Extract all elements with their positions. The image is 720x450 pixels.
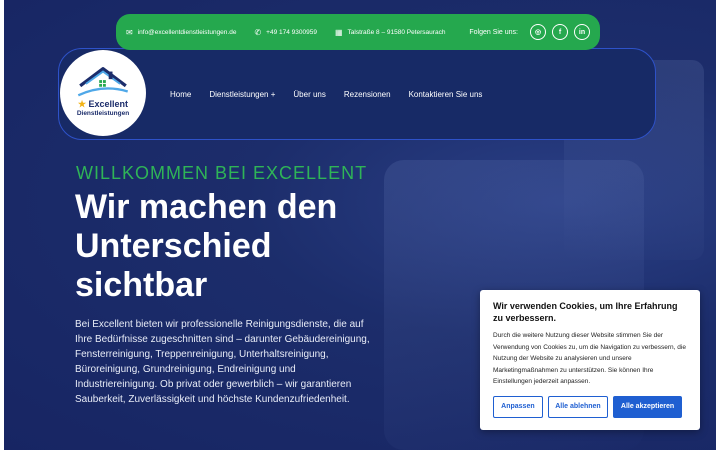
logo-name-text: Excellent xyxy=(88,99,129,109)
cookie-customize-button[interactable]: Anpassen xyxy=(493,395,543,418)
house-logo-icon xyxy=(77,67,129,97)
site-logo[interactable]: ★ Excellent Dienstleistungen xyxy=(60,50,146,136)
nav-services[interactable]: Dienstleistungen + xyxy=(209,90,275,99)
nav-contact[interactable]: Kontaktieren Sie uns xyxy=(409,90,483,99)
contact-address: ▦ Talstraße 8 – 91580 Petersaurach xyxy=(335,28,445,37)
hero-intro: Bei Excellent bieten wir professionelle … xyxy=(75,319,370,405)
hero-tagline: WILLKOMMEN BEI EXCELLENT xyxy=(76,163,368,183)
instagram-icon[interactable]: ◎ xyxy=(530,24,546,40)
phone-icon: ✆ xyxy=(254,27,262,37)
building-icon: ▦ xyxy=(334,27,343,37)
top-contact-bar: ✉ info@excellentdienstleistungen.de ✆ +4… xyxy=(116,14,600,50)
cookie-consent-banner: Wir verwenden Cookies, um Ihre Erfahrung… xyxy=(480,290,700,430)
cookie-buttons: Anpassen Alle ablehnen Alle akzeptieren xyxy=(493,395,687,418)
address-text: Talstraße 8 – 91580 Petersaurach xyxy=(347,28,446,36)
contact-phone[interactable]: ✆ +49 174 9300959 xyxy=(254,28,317,37)
nav-about[interactable]: Über uns xyxy=(293,90,325,99)
logo-subname: Dienstleistungen xyxy=(76,110,130,117)
hero-headline: Wir machen den Unterschied sichtbar xyxy=(75,188,338,304)
nav-reviews[interactable]: Rezensionen xyxy=(344,90,391,99)
linkedin-icon[interactable]: in xyxy=(574,24,590,40)
nav-home[interactable]: Home xyxy=(170,90,191,99)
cookie-reject-button[interactable]: Alle ablehnen xyxy=(547,395,609,418)
follow-label: Folgen Sie uns: xyxy=(469,28,518,36)
phone-text: +49 174 9300959 xyxy=(266,28,317,36)
email-text: info@excellentdienstleistungen.de xyxy=(137,28,237,36)
cookie-title: Wir verwenden Cookies, um Ihre Erfahrung… xyxy=(493,301,678,323)
cookie-accept-button[interactable]: Alle akzeptieren xyxy=(613,395,682,418)
facebook-icon[interactable]: f xyxy=(552,24,568,40)
logo-name: ★ Excellent xyxy=(78,99,128,110)
main-menu: Home Dienstleistungen + Über uns Rezensi… xyxy=(170,90,500,99)
contact-email[interactable]: ✉ info@excellentdienstleistungen.de xyxy=(126,28,236,37)
mail-icon: ✉ xyxy=(126,27,133,37)
cookie-text: Durch die weitere Nutzung dieser Website… xyxy=(493,332,686,385)
star-icon: ★ xyxy=(77,99,87,109)
